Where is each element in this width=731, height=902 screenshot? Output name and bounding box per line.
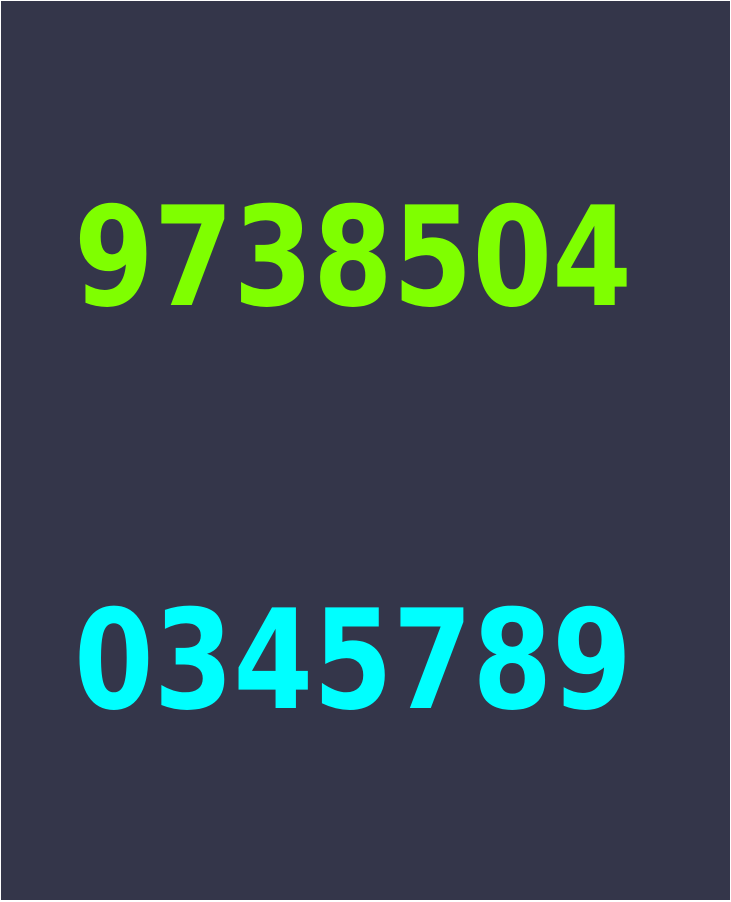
top-digit-string: 9738504 xyxy=(74,177,632,338)
bottom-digit-string: 0345789 xyxy=(74,580,632,741)
digit-canvas: 9738504 0345789 xyxy=(1,1,730,900)
